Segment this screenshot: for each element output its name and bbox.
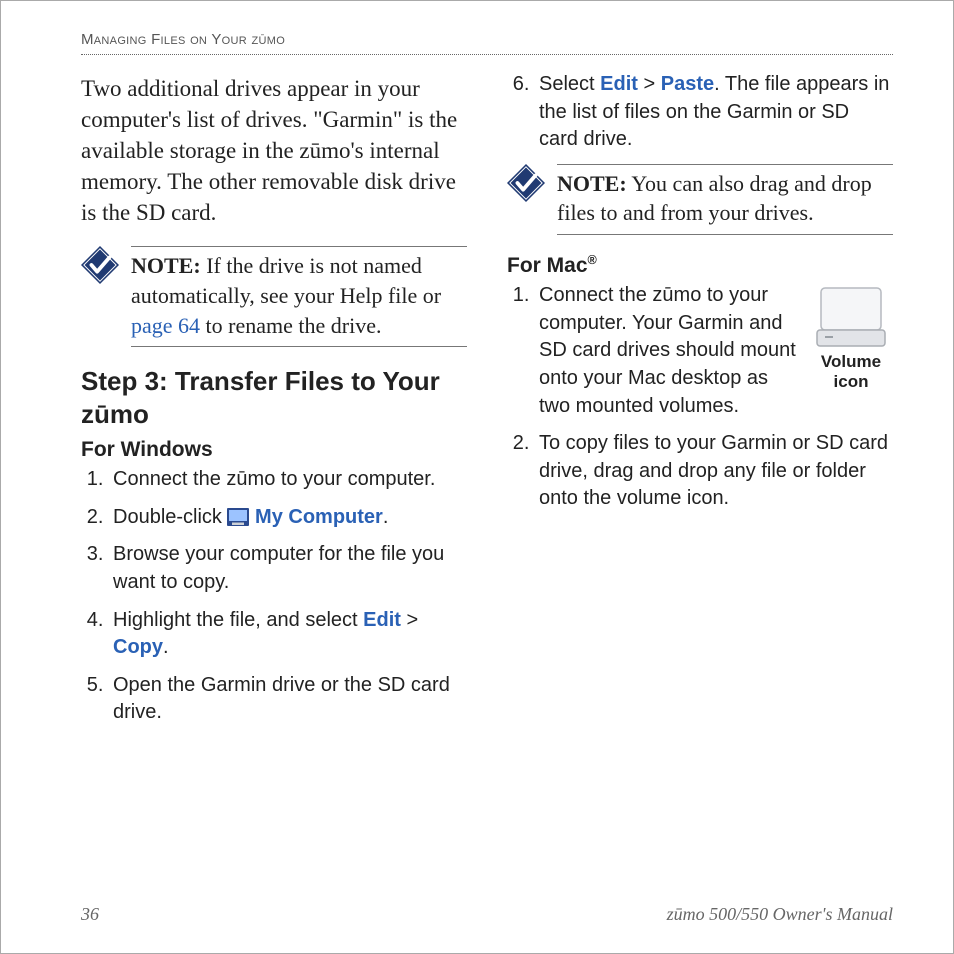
caption-line-2: icon xyxy=(834,372,869,391)
page-footer: 36 zūmo 500/550 Owner's Manual xyxy=(81,904,893,925)
two-column-layout: Two additional drives appear in your com… xyxy=(81,67,893,737)
windows-step-3: Browse your computer for the file you wa… xyxy=(109,541,467,596)
mac-step-1: Volume icon Connect the zūmo to your com… xyxy=(535,282,893,420)
note-callout-drag-drop: NOTE: You can also drag and drop files t… xyxy=(507,164,893,235)
mac-step-1-text: Connect the zūmo to your computer. Your … xyxy=(539,282,797,420)
registered-symbol: ® xyxy=(588,253,597,267)
windows-step-6-gt: > xyxy=(638,73,661,95)
left-column: Two additional drives appear in your com… xyxy=(81,67,467,737)
volume-drive-icon xyxy=(813,286,889,350)
for-mac-heading-text: For Mac xyxy=(507,254,588,277)
note-check-icon xyxy=(507,164,545,202)
running-header: Managing Files on Your zūmo xyxy=(81,31,893,55)
manual-title: zūmo 500/550 Owner's Manual xyxy=(667,904,893,925)
volume-icon-figure: Volume icon xyxy=(805,286,897,391)
windows-step-1: Connect the zūmo to your computer. xyxy=(109,466,467,494)
volume-icon-caption: Volume icon xyxy=(805,352,897,391)
edit-menu-label-2: Edit xyxy=(600,73,638,95)
windows-step-2-before: Double-click xyxy=(113,506,227,528)
page-number: 36 xyxy=(81,904,99,925)
note-check-icon xyxy=(81,246,119,284)
manual-page: Managing Files on Your zūmo Two addition… xyxy=(0,0,954,954)
for-mac-heading: For Mac® xyxy=(507,253,893,278)
note-label: NOTE: xyxy=(131,253,201,278)
my-computer-link: My Computer xyxy=(255,506,383,528)
windows-step-5: Open the Garmin drive or the SD card dri… xyxy=(109,672,467,727)
my-computer-icon xyxy=(227,507,249,525)
windows-steps-continued: Select Edit > Paste. The file appears in… xyxy=(507,71,893,154)
page-64-link[interactable]: page 64 xyxy=(131,313,200,338)
note-text: NOTE: If the drive is not named automati… xyxy=(131,246,467,347)
windows-step-4-gt: > xyxy=(401,609,418,631)
paste-menu-label: Paste xyxy=(661,73,714,95)
windows-step-6: Select Edit > Paste. The file appears in… xyxy=(535,71,893,154)
edit-menu-label: Edit xyxy=(363,609,401,631)
windows-step-4-after: . xyxy=(163,636,169,658)
mac-step-2: To copy files to your Garmin or SD card … xyxy=(535,430,893,513)
windows-step-4-before: Highlight the file, and select xyxy=(113,609,363,631)
note-label: NOTE: xyxy=(557,171,627,196)
mac-steps-list: Volume icon Connect the zūmo to your com… xyxy=(507,282,893,513)
windows-step-2-after: . xyxy=(383,506,389,528)
note-body-after: to rename the drive. xyxy=(200,313,381,338)
copy-menu-label: Copy xyxy=(113,636,163,658)
right-column: Select Edit > Paste. The file appears in… xyxy=(507,67,893,737)
note-text: NOTE: You can also drag and drop files t… xyxy=(557,164,893,235)
caption-line-1: Volume xyxy=(821,352,881,371)
windows-step-4: Highlight the file, and select Edit > Co… xyxy=(109,607,467,662)
step-3-heading: Step 3: Transfer Files to Your zūmo xyxy=(81,365,467,430)
windows-step-6-before: Select xyxy=(539,73,600,95)
intro-paragraph: Two additional drives appear in your com… xyxy=(81,73,467,228)
note-callout: NOTE: If the drive is not named automati… xyxy=(81,246,467,347)
windows-step-2: Double-click My Computer. xyxy=(109,504,467,532)
windows-steps-list: Connect the zūmo to your computer. Doubl… xyxy=(81,466,467,727)
for-windows-heading: For Windows xyxy=(81,438,467,462)
